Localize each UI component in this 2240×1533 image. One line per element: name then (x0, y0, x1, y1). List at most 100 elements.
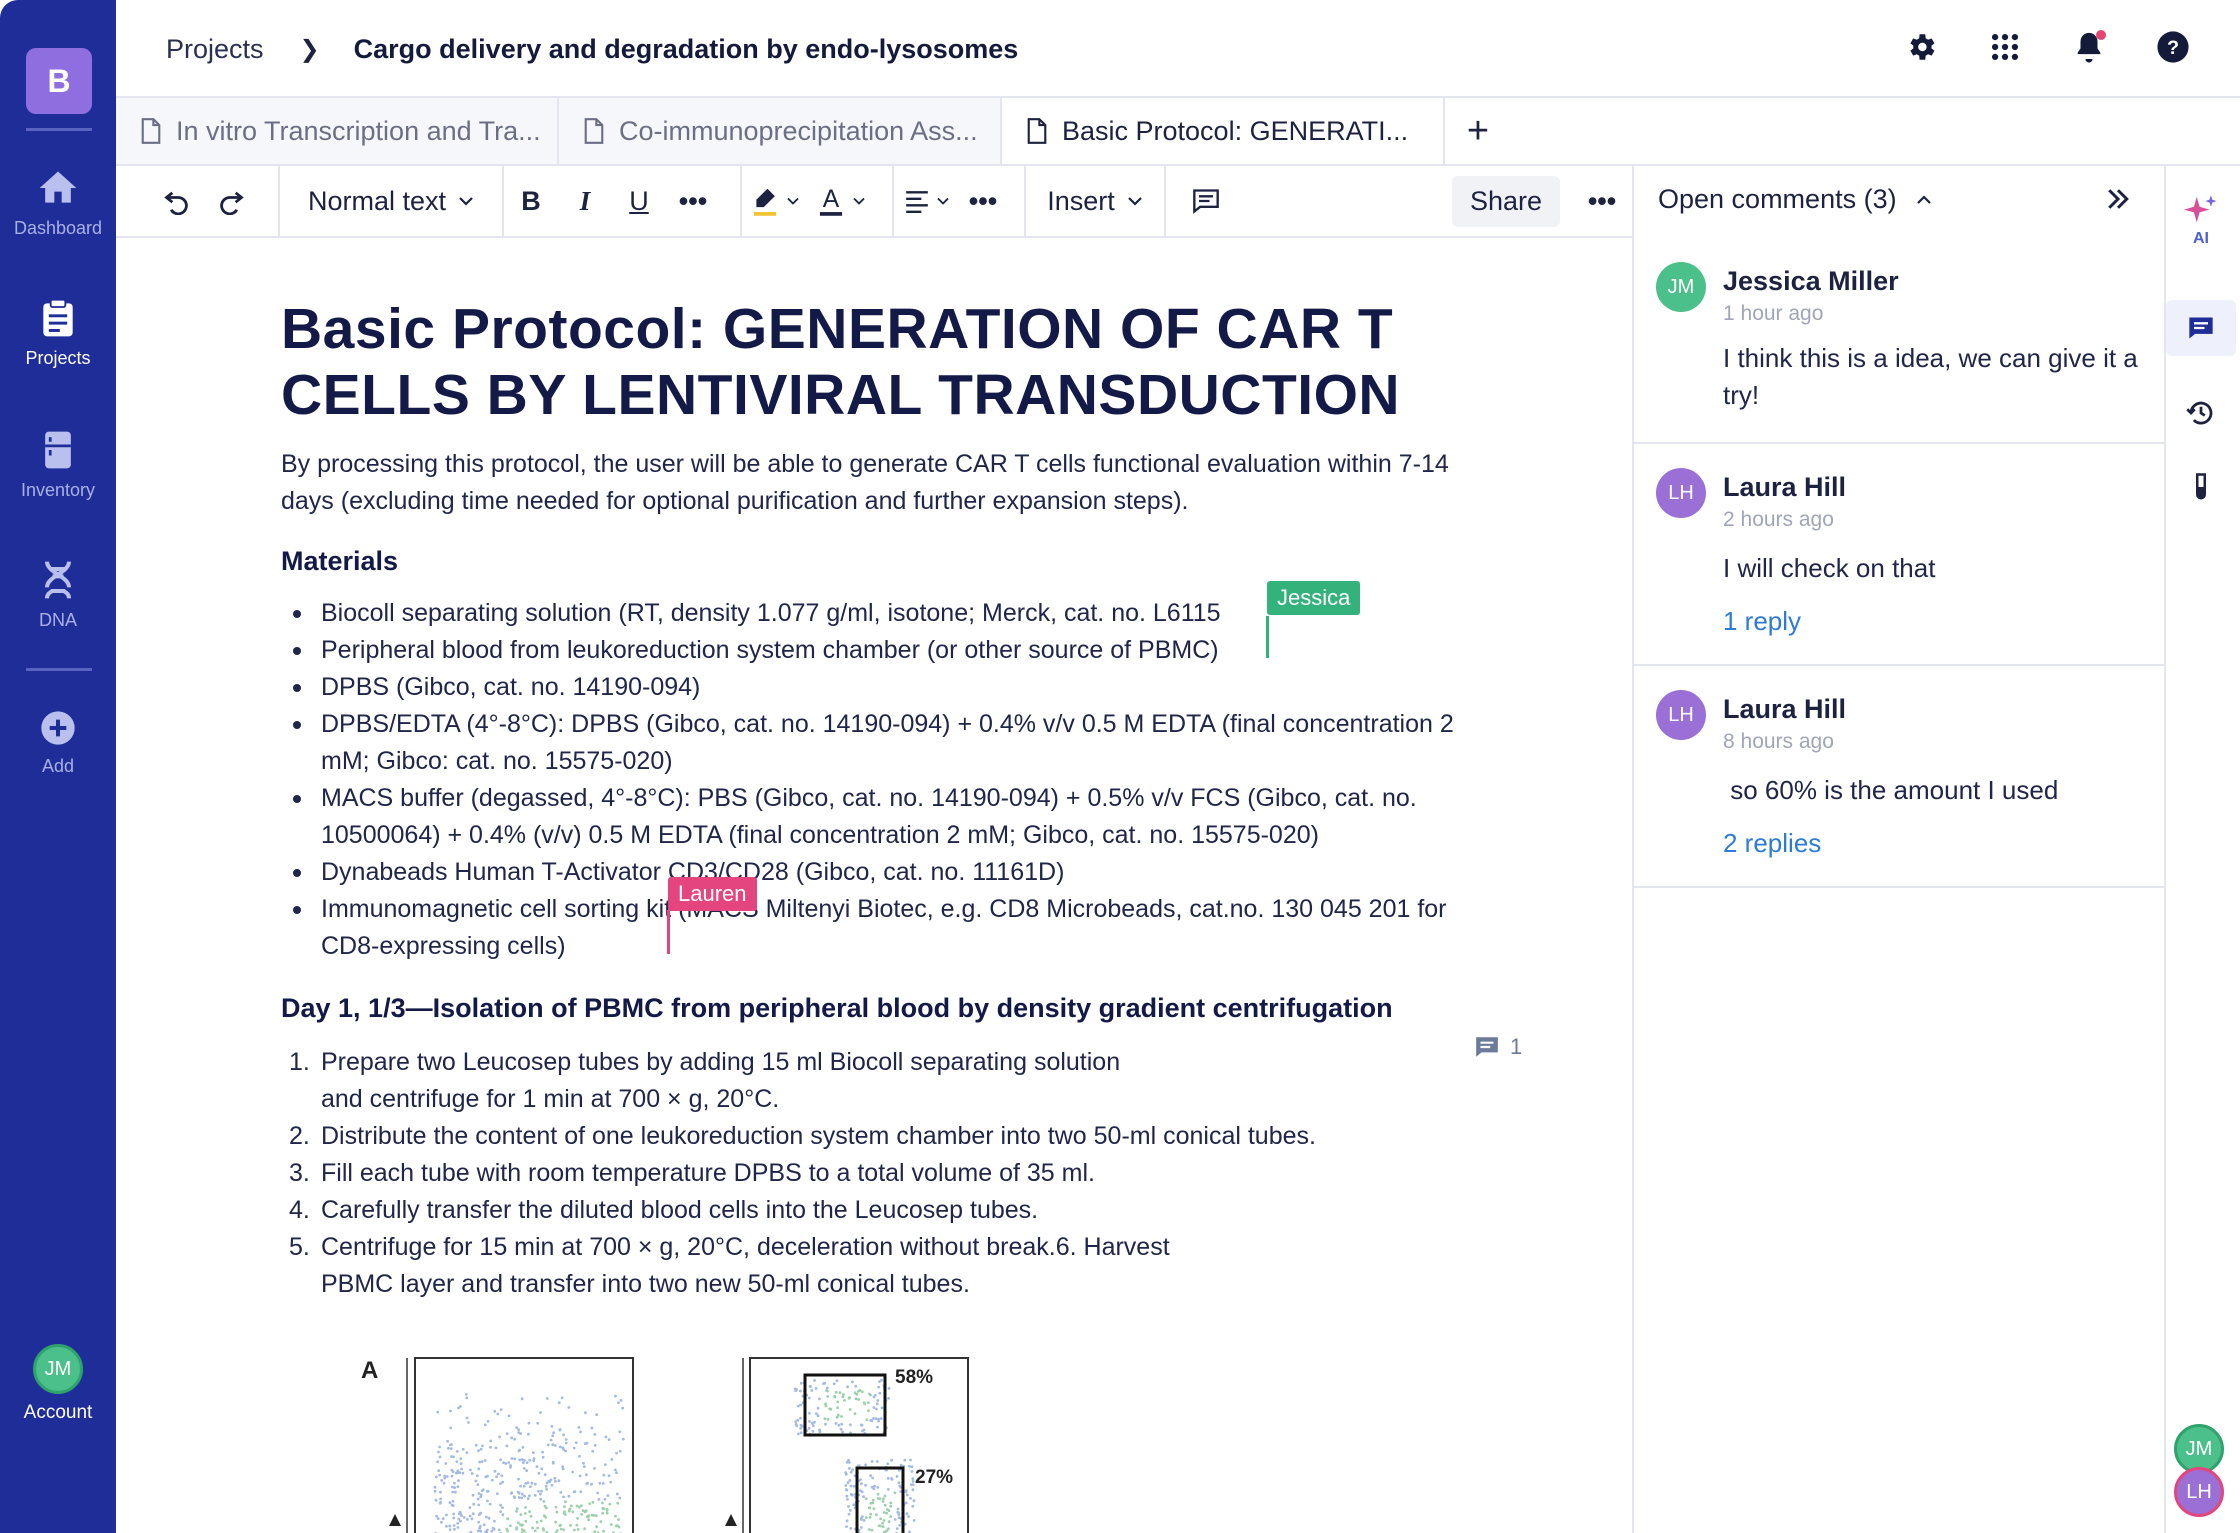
inline-comment-marker[interactable]: 1 (1474, 1034, 1522, 1060)
scatter-point (823, 1417, 827, 1421)
text-style-dropdown[interactable]: Normal text (280, 166, 502, 236)
scatter-point (544, 1484, 548, 1488)
step-number: 4. (289, 1196, 310, 1224)
help-icon[interactable]: ? (2156, 30, 2190, 64)
materials-heading[interactable]: Materials (281, 546, 1481, 577)
account-label[interactable]: Account (0, 1402, 116, 1424)
comment-time: 2 hours ago (1723, 508, 1834, 531)
apps-grid-icon[interactable] (1988, 30, 2022, 64)
scatter-point (912, 1499, 916, 1503)
share-button[interactable]: Share (1451, 166, 1561, 236)
ai-assistant-button[interactable]: AI (2166, 194, 2236, 248)
more-options-button[interactable]: ••• (1572, 166, 1632, 236)
bell-icon[interactable] (2072, 30, 2106, 64)
presence-avatar[interactable]: LH (2174, 1467, 2224, 1517)
document-title[interactable]: Basic Protocol: GENERATION OF CAR T CELL… (281, 296, 1431, 428)
redo-button[interactable] (204, 166, 258, 236)
scatter-point (438, 1501, 442, 1505)
list-item[interactable]: 2. Distribute the content of one leukored… (281, 1118, 1461, 1155)
scatter-point (836, 1406, 839, 1410)
nav-item-dashboard[interactable]: Dashboard (0, 166, 116, 239)
scatter-point (903, 1458, 907, 1462)
scatter-point (523, 1494, 526, 1498)
undo-button[interactable] (150, 166, 204, 236)
tab-document-active[interactable]: Basic Protocol: GENERATI... (1002, 98, 1445, 164)
tab-document[interactable]: In vitro Transcription and Tra... (116, 98, 559, 164)
nav-item-dna[interactable]: DNA (0, 558, 116, 631)
scatter-point (585, 1441, 589, 1445)
font-color-button[interactable]: A (808, 166, 874, 236)
scatter-point (615, 1492, 619, 1496)
insert-dropdown[interactable]: Insert (1026, 166, 1164, 236)
add-tab-button[interactable]: + (1445, 98, 1511, 164)
scatter-point (898, 1484, 902, 1488)
scatter-point (852, 1503, 856, 1507)
open-comments-header[interactable]: Open comments (3) (1658, 184, 1933, 215)
scatter-point (896, 1507, 900, 1511)
workspace-logo[interactable]: B (26, 48, 92, 114)
document-body[interactable]: Basic Protocol: GENERATION OF CAR T CELL… (281, 296, 1481, 1303)
replies-link[interactable]: 1 reply (1723, 606, 1801, 637)
list-item[interactable]: DPBS (Gibco, cat. no. 14190-094) (281, 669, 1461, 706)
tab-document[interactable]: Co-immunoprecipitation Ass... (559, 98, 1002, 164)
scatter-point (452, 1512, 455, 1516)
underline-button[interactable]: U (612, 166, 666, 236)
list-item[interactable]: 1. Prepare two Leucosep tubes by adding 1… (281, 1044, 1461, 1118)
scatter-point (794, 1422, 798, 1426)
day-heading[interactable]: Day 1, 1/3—Isolation of PBMC from periph… (281, 993, 1481, 1024)
comments-toggle-button[interactable] (2166, 300, 2236, 356)
nav-item-projects[interactable]: Projects (0, 296, 116, 369)
breadcrumb-current-project[interactable]: Cargo delivery and degradation by endo-l… (354, 34, 1019, 65)
highlight-button[interactable] (742, 166, 808, 236)
list-item[interactable]: DPBS/EDTA (4°-8°C): DPBS (Gibco, cat. no… (281, 706, 1461, 780)
more-paragraph-button[interactable]: ••• (960, 166, 1006, 236)
comment-card[interactable]: JM Jessica Miller 1 hour ago I think thi… (1634, 238, 2164, 444)
history-button[interactable] (2166, 388, 2236, 438)
account-avatar[interactable]: JM (33, 1344, 83, 1394)
gear-icon[interactable] (1904, 30, 1938, 64)
list-item[interactable]: 5. Centrifuge for 15 min at 700 × g, 20°C… (281, 1229, 1461, 1303)
collapse-panel-button[interactable] (2103, 184, 2133, 219)
scatter-point (495, 1492, 499, 1495)
replies-link[interactable]: 2 replies (1723, 828, 1821, 859)
document-tabs: In vitro Transcription and Tra... Co-imm… (116, 98, 1511, 164)
bold-button[interactable]: B (504, 166, 558, 236)
scatter-point (853, 1391, 857, 1395)
scatter-point (455, 1450, 459, 1453)
comment-card[interactable]: LH Laura Hill 2 hours ago I will check o… (1634, 444, 2164, 666)
highlighter-icon (753, 188, 777, 216)
samples-button[interactable] (2166, 462, 2236, 512)
scatter-point (453, 1481, 456, 1485)
scatter-point (456, 1526, 460, 1529)
share-label: Share (1451, 175, 1561, 227)
align-button[interactable] (894, 166, 960, 236)
scatter-point (499, 1503, 502, 1507)
nav-item-add[interactable]: Add (0, 708, 116, 777)
list-item[interactable]: Dynabeads Human T-Activator CD3/CD28 (Gi… (281, 854, 1461, 891)
scatter-point (907, 1515, 910, 1518)
intro-paragraph[interactable]: By processing this protocol, the user wi… (281, 446, 1461, 520)
scatter-point (893, 1491, 897, 1495)
scatter-point (540, 1489, 543, 1493)
list-item[interactable]: Immunomagnetic cell sorting kit (MACS Mi… (281, 891, 1461, 965)
scatter-point (529, 1485, 532, 1488)
italic-button[interactable]: I (558, 166, 612, 236)
nav-item-inventory[interactable]: Inventory (0, 428, 116, 501)
more-format-button[interactable]: ••• (666, 166, 720, 236)
scatter-point (871, 1501, 875, 1505)
scatter-point (887, 1520, 891, 1524)
list-item[interactable]: Peripheral blood from leukoreduction sys… (281, 632, 1461, 669)
add-comment-button[interactable] (1166, 166, 1246, 236)
scatter-point (499, 1510, 502, 1513)
breadcrumb-projects[interactable]: Projects (166, 34, 264, 65)
scatter-point (524, 1512, 527, 1515)
scatter-point (614, 1394, 617, 1398)
list-item[interactable]: MACS buffer (degassed, 4°-8°C): PBS (Gib… (281, 780, 1461, 854)
list-item[interactable]: 4. Carefully transfer the diluted blood c… (281, 1192, 1461, 1229)
scatter-point (867, 1528, 871, 1531)
list-item[interactable]: 3. Fill each tube with room temperature D… (281, 1155, 1461, 1192)
comment-card[interactable]: LH Laura Hill 8 hours ago so 60% is the … (1634, 666, 2164, 888)
scatter-point (438, 1473, 442, 1477)
scatter-point (877, 1524, 881, 1527)
scatter-point (460, 1514, 463, 1518)
